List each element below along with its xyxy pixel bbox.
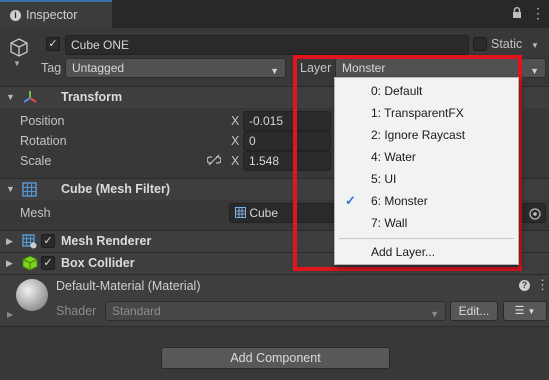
mesh-renderer-title: Mesh Renderer <box>61 234 152 248</box>
mesh-grid-icon <box>235 205 246 222</box>
object-name-input[interactable]: Cube ONE <box>65 35 469 55</box>
layer-menu-item[interactable]: 4: Water <box>335 146 518 168</box>
fold-arrow-icon[interactable]: ▼ <box>6 92 15 102</box>
fold-arrow-icon[interactable]: ▶ <box>7 310 13 319</box>
layer-dropdown-arrow-icon: ▼ <box>530 66 539 76</box>
box-collider-enabled-checkbox[interactable]: ✓ <box>41 256 55 270</box>
mesh-renderer-icon <box>22 234 37 252</box>
more-options-icon[interactable]: ⋮ <box>536 277 549 293</box>
shader-label: Shader <box>56 304 97 318</box>
box-collider-icon <box>22 255 38 274</box>
check-icon: ✓ <box>345 193 356 208</box>
divider <box>0 326 549 327</box>
constrain-proportions-icon[interactable] <box>206 154 222 169</box>
layer-menu-item[interactable]: 7: Wall <box>335 212 518 234</box>
mesh-renderer-enabled-checkbox[interactable]: ✓ <box>41 234 55 248</box>
tab-title: Inspector <box>26 8 78 22</box>
shader-dropdown[interactable]: Standard ▼ <box>105 301 446 321</box>
shader-dropdown-arrow-icon: ▼ <box>430 309 439 319</box>
tab-inspector[interactable]: i Inspector <box>0 0 112 28</box>
add-layer-menu-item[interactable]: Add Layer... <box>335 241 518 263</box>
rotation-x-axis-label: X <box>231 134 240 148</box>
layer-menu-item-selected[interactable]: ✓ 6: Monster <box>335 190 518 212</box>
static-dropdown-icon[interactable]: ▼ <box>531 41 539 50</box>
scale-x-axis-label: X <box>231 154 240 168</box>
rotation-label: Rotation <box>20 134 67 148</box>
transform-title: Transform <box>61 90 123 104</box>
object-icon-dropdown-icon[interactable]: ▼ <box>13 59 21 68</box>
layer-menu-item[interactable]: 2: Ignore Raycast <box>335 124 518 146</box>
fold-arrow-icon[interactable]: ▼ <box>6 184 15 194</box>
fold-arrow-icon[interactable]: ▶ <box>6 258 13 269</box>
layer-menu-item[interactable]: 5: UI <box>335 168 518 190</box>
edit-shader-button[interactable]: Edit... <box>450 301 498 321</box>
fold-arrow-icon[interactable]: ▶ <box>6 236 13 247</box>
more-options-icon[interactable]: ⋮ <box>531 5 545 22</box>
tag-value: Untagged <box>72 61 125 75</box>
position-label: Position <box>20 114 65 128</box>
mesh-filter-title: Cube (Mesh Filter) <box>61 182 171 196</box>
lock-icon[interactable] <box>512 7 522 22</box>
add-component-button[interactable]: Add Component <box>161 347 390 369</box>
menu-divider <box>339 238 514 239</box>
tab-bar: i Inspector ⋮ <box>0 0 549 28</box>
transform-icon <box>22 89 38 108</box>
scale-label: Scale <box>20 154 52 168</box>
mesh-label: Mesh <box>20 206 51 220</box>
shader-value: Standard <box>112 304 161 318</box>
object-picker-icon[interactable] <box>529 207 541 222</box>
layer-dropdown-menu: 0: Default 1: TransparentFX 2: Ignore Ra… <box>334 77 519 265</box>
layer-menu-item[interactable]: 0: Default <box>335 80 518 102</box>
box-collider-title: Box Collider <box>61 256 135 270</box>
static-checkbox[interactable]: ✓ <box>473 37 487 51</box>
info-icon: i <box>10 9 21 21</box>
material-title: Default-Material (Material) <box>56 279 201 293</box>
help-icon[interactable]: ? <box>519 280 530 291</box>
material-preview-sphere <box>16 279 48 311</box>
tag-dropdown[interactable]: Untagged ▼ <box>65 58 286 78</box>
tag-label: Tag <box>41 61 62 75</box>
position-x-axis-label: X <box>231 114 240 128</box>
mesh-filter-icon <box>22 182 37 200</box>
mesh-value: Cube <box>249 206 279 220</box>
layer-menu-item[interactable]: 1: TransparentFX <box>335 102 518 124</box>
static-label: Static <box>491 37 523 51</box>
dropdown-arrow-icon: ▼ <box>527 307 536 316</box>
shader-options-button[interactable]: ☰ ▼ <box>503 301 547 321</box>
object-active-checkbox[interactable]: ✓ <box>46 37 60 51</box>
tag-dropdown-arrow-icon: ▼ <box>270 66 279 76</box>
list-icon: ☰ <box>514 305 525 317</box>
